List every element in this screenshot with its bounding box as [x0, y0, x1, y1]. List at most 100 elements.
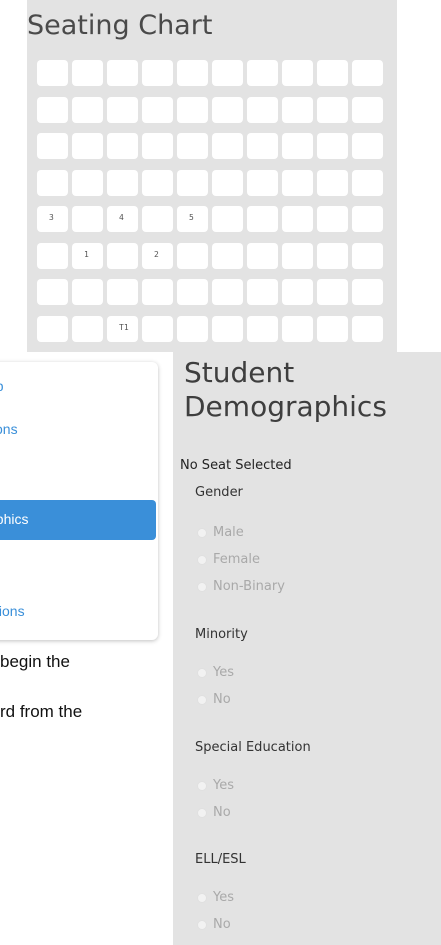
- seat[interactable]: [317, 242, 348, 269]
- seat[interactable]: [352, 206, 383, 232]
- seat[interactable]: [212, 315, 243, 342]
- nav-item-setup[interactable]: up: [0, 367, 156, 407]
- seat[interactable]: [352, 242, 383, 269]
- seat[interactable]: [282, 242, 313, 269]
- radio-option-label: No: [213, 917, 231, 932]
- seat[interactable]: [247, 242, 278, 269]
- seat[interactable]: [37, 315, 68, 342]
- seat[interactable]: [317, 133, 348, 159]
- radio-circle-icon: [197, 668, 207, 678]
- nav-item-questions[interactable]: stions: [0, 592, 156, 632]
- seat-label: 1: [84, 249, 89, 259]
- seat[interactable]: [142, 133, 173, 159]
- seat[interactable]: [212, 133, 243, 159]
- seat[interactable]: [142, 206, 173, 232]
- seat[interactable]: [107, 96, 138, 123]
- seat[interactable]: [37, 169, 68, 196]
- seat[interactable]: 2: [142, 242, 173, 269]
- seat[interactable]: [212, 60, 243, 86]
- seat[interactable]: [72, 206, 103, 232]
- seat-label: 3: [49, 213, 54, 222]
- seat[interactable]: [352, 279, 383, 305]
- nav-list: up tions aphics s stions: [0, 362, 158, 640]
- seat[interactable]: [177, 242, 208, 269]
- seat[interactable]: [37, 242, 68, 269]
- seat[interactable]: [212, 279, 243, 305]
- seat[interactable]: [142, 96, 173, 123]
- seat[interactable]: [282, 315, 313, 342]
- instruction-text-line-1: begin the: [0, 652, 70, 671]
- seat[interactable]: [177, 315, 208, 342]
- seat[interactable]: [212, 242, 243, 269]
- radio-circle-icon: [197, 582, 207, 592]
- seat[interactable]: [37, 96, 68, 123]
- seat[interactable]: [317, 279, 348, 305]
- seat[interactable]: [247, 96, 278, 123]
- seat[interactable]: [177, 133, 208, 159]
- seat[interactable]: [247, 315, 278, 342]
- seat[interactable]: [247, 169, 278, 196]
- seat[interactable]: [212, 206, 243, 232]
- seat[interactable]: 5: [177, 206, 208, 232]
- seat[interactable]: [72, 169, 103, 196]
- seat[interactable]: [247, 60, 278, 86]
- nav-item-instructions[interactable]: tions: [0, 410, 156, 450]
- seat[interactable]: [107, 279, 138, 305]
- nav-item-demographics[interactable]: aphics: [0, 500, 156, 540]
- seat[interactable]: [142, 315, 173, 342]
- seat[interactable]: [282, 169, 313, 196]
- seat[interactable]: [282, 133, 313, 159]
- seat[interactable]: [177, 169, 208, 196]
- gender-label: Gender: [195, 485, 243, 500]
- seat[interactable]: [352, 60, 383, 86]
- seat[interactable]: [72, 315, 103, 342]
- seat[interactable]: [352, 96, 383, 123]
- radio-option-label: Male: [213, 525, 244, 540]
- seat[interactable]: [247, 133, 278, 159]
- seat[interactable]: [37, 60, 68, 86]
- seat[interactable]: [177, 60, 208, 86]
- seat[interactable]: [142, 279, 173, 305]
- seat[interactable]: [352, 169, 383, 196]
- seat[interactable]: [247, 279, 278, 305]
- seat[interactable]: [37, 279, 68, 305]
- seat[interactable]: [317, 315, 348, 342]
- seat[interactable]: [37, 133, 68, 159]
- nav-item-students[interactable]: s: [0, 546, 156, 586]
- seat[interactable]: [107, 242, 138, 269]
- demographics-title-line-1: Student: [184, 356, 295, 389]
- seat[interactable]: [352, 315, 383, 342]
- seat[interactable]: [212, 169, 243, 196]
- seat[interactable]: [317, 206, 348, 232]
- seat[interactable]: [142, 60, 173, 86]
- seat[interactable]: [282, 279, 313, 305]
- nav-item-blank[interactable]: [0, 454, 156, 494]
- seat[interactable]: [352, 133, 383, 159]
- seat[interactable]: [317, 169, 348, 196]
- seat[interactable]: [177, 279, 208, 305]
- seat[interactable]: [177, 96, 208, 123]
- seat[interactable]: [72, 60, 103, 86]
- seat[interactable]: [142, 169, 173, 196]
- seat[interactable]: [107, 169, 138, 196]
- seat[interactable]: 4: [107, 206, 138, 232]
- seat[interactable]: [317, 96, 348, 123]
- seat[interactable]: T1: [107, 315, 138, 342]
- seat[interactable]: [282, 206, 313, 232]
- seat[interactable]: [282, 96, 313, 123]
- seat[interactable]: [72, 279, 103, 305]
- seat[interactable]: [72, 96, 103, 123]
- seating-chart-title: Seating Chart: [27, 10, 213, 41]
- seat[interactable]: [317, 60, 348, 86]
- seat[interactable]: [247, 206, 278, 232]
- seat[interactable]: [107, 60, 138, 86]
- seat[interactable]: 3: [37, 206, 68, 232]
- radio-circle-icon: [197, 528, 207, 538]
- radio-option-label: Female: [213, 552, 261, 567]
- seat[interactable]: [72, 133, 103, 159]
- seat[interactable]: [107, 133, 138, 159]
- seat[interactable]: 1: [72, 242, 103, 269]
- radio-circle-icon: [197, 781, 207, 791]
- seat[interactable]: [212, 96, 243, 123]
- seat[interactable]: [282, 60, 313, 86]
